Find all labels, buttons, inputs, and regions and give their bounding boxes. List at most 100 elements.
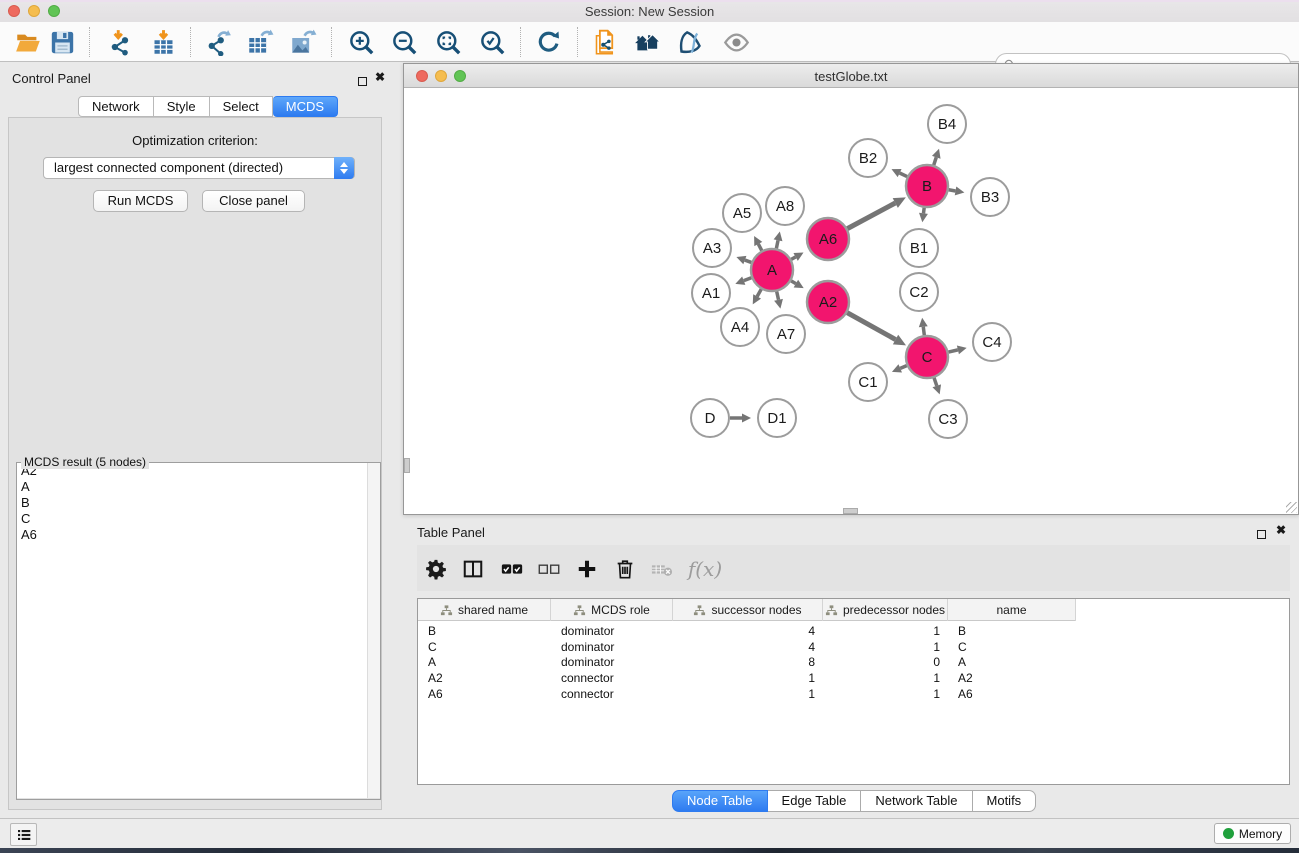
graph-edge-A6-B[interactable] <box>847 203 895 229</box>
tab-mcds[interactable]: MCDS <box>273 96 338 117</box>
graph-edge-C-C2[interactable] <box>923 327 924 335</box>
graph-edge-A-A4[interactable] <box>757 289 761 296</box>
table-cell[interactable]: connector <box>551 686 673 702</box>
table-cell[interactable]: A2 <box>948 670 1076 686</box>
graph-edge-B-B2[interactable] <box>900 173 908 177</box>
table-cell[interactable]: connector <box>551 670 673 686</box>
column-header-successor-nodes[interactable]: successor nodes <box>673 599 823 621</box>
tab-style[interactable]: Style <box>154 96 210 117</box>
mcds-result-item[interactable]: A6 <box>17 527 380 543</box>
table-cell[interactable]: C <box>418 639 551 655</box>
table-cell[interactable]: B <box>418 623 551 639</box>
table-cell[interactable]: dominator <box>551 623 673 639</box>
column-header-MCDS-role[interactable]: MCDS role <box>551 599 673 621</box>
table-row[interactable]: Bdominator41B <box>418 623 1076 639</box>
graph-edge-B-B4[interactable] <box>934 157 937 165</box>
graph-edge-C-C4[interactable] <box>948 350 957 352</box>
zoom-in-button[interactable] <box>344 25 378 59</box>
graph-edge-A-A5[interactable] <box>758 244 761 251</box>
table-cell[interactable]: 0 <box>823 654 948 670</box>
mcds-result-item[interactable]: C <box>17 511 380 527</box>
table-cell[interactable]: B <box>948 623 1076 639</box>
table-close-icon[interactable]: ✖ <box>1276 525 1286 535</box>
table-row[interactable]: Cdominator41C <box>418 639 1076 655</box>
refresh-view-button[interactable] <box>531 25 565 59</box>
column-header-name[interactable]: name <box>948 599 1076 621</box>
memory-button[interactable]: Memory <box>1214 823 1291 844</box>
table-cell[interactable]: 4 <box>673 623 823 639</box>
table-cell[interactable]: A <box>948 654 1076 670</box>
table-row[interactable]: A2connector11A2 <box>418 670 1076 686</box>
mcds-result-item[interactable]: A <box>17 479 380 495</box>
table-cell[interactable]: A6 <box>418 686 551 702</box>
delete-rows-button[interactable] <box>612 556 638 582</box>
table-cell[interactable]: 1 <box>823 686 948 702</box>
vertical-scrollbar-thumb[interactable] <box>404 458 410 473</box>
horizontal-scrollbar-thumb[interactable] <box>843 508 858 514</box>
save-session-button[interactable] <box>45 25 79 59</box>
column-header-shared-name[interactable]: shared name <box>418 599 551 621</box>
zoom-selected-button[interactable] <box>475 25 509 59</box>
table-cell[interactable]: 8 <box>673 654 823 670</box>
graph-edge-A2-C[interactable] <box>847 313 895 340</box>
graph-edge-A-A7[interactable] <box>777 291 779 299</box>
tab-network-table[interactable]: Network Table <box>861 790 972 812</box>
table-cell[interactable]: 4 <box>673 639 823 655</box>
columns-button[interactable] <box>460 556 486 582</box>
table-cell[interactable]: C <box>948 639 1076 655</box>
open-session-button[interactable] <box>11 25 45 59</box>
table-cell[interactable]: 1 <box>823 670 948 686</box>
network-canvas[interactable]: B4B2BB3A5A8A6B1A3AC2A1A2A4A7C4CC1C3DD1 <box>404 88 1298 514</box>
add-column-button[interactable] <box>574 556 600 582</box>
show-graphics-details-button[interactable] <box>673 25 707 59</box>
import-network-button[interactable] <box>103 25 137 59</box>
table-cell[interactable]: dominator <box>551 639 673 655</box>
close-panel-icon[interactable]: ✖ <box>375 72 385 82</box>
graph-edge-A-A3[interactable] <box>745 260 751 262</box>
tab-network[interactable]: Network <box>78 96 154 117</box>
graph-edge-A-A1[interactable] <box>744 278 752 281</box>
graph-edge-A-A6[interactable] <box>791 257 795 259</box>
zoom-out-button[interactable] <box>387 25 421 59</box>
graph-edge-A-A2[interactable] <box>791 281 796 284</box>
graph-edge-C-C1[interactable] <box>900 366 907 369</box>
table-row[interactable]: A6connector11A6 <box>418 686 1076 702</box>
optimization-criterion-dropdown[interactable]: largest connected component (directed) <box>43 157 355 179</box>
float-panel-icon[interactable] <box>358 73 367 91</box>
export-image-button[interactable] <box>286 25 320 59</box>
tab-node-table[interactable]: Node Table <box>672 790 768 812</box>
toggle-bird-view-button[interactable] <box>719 25 753 59</box>
table-cell[interactable]: 1 <box>673 686 823 702</box>
table-cell[interactable]: 1 <box>823 639 948 655</box>
network-from-file-button[interactable] <box>588 25 622 59</box>
table-float-icon[interactable] <box>1257 526 1266 544</box>
tab-select[interactable]: Select <box>210 96 273 117</box>
table-cell[interactable]: A <box>418 654 551 670</box>
select-all-button[interactable] <box>499 556 525 582</box>
export-network-button[interactable] <box>201 25 235 59</box>
table-cell[interactable]: dominator <box>551 654 673 670</box>
zoom-fit-button[interactable] <box>431 25 465 59</box>
column-header-predecessor-nodes[interactable]: predecessor nodes <box>823 599 948 621</box>
home-button[interactable] <box>630 25 664 59</box>
resize-grip[interactable] <box>1286 502 1297 513</box>
settings-button[interactable] <box>423 556 449 582</box>
table-cell[interactable]: A2 <box>418 670 551 686</box>
task-history-button[interactable] <box>10 823 37 846</box>
tab-edge-table[interactable]: Edge Table <box>768 790 862 812</box>
graph-edge-C-C3[interactable] <box>934 378 937 386</box>
mcds-result-scrollbar[interactable] <box>367 463 380 798</box>
graph-edge-A-A8[interactable] <box>776 240 778 248</box>
graph-edge-B-B3[interactable] <box>949 190 956 191</box>
tab-motifs[interactable]: Motifs <box>973 790 1037 812</box>
deselect-all-button[interactable] <box>536 556 562 582</box>
mcds-result-item[interactable]: B <box>17 495 380 511</box>
table-row[interactable]: Adominator80A <box>418 654 1076 670</box>
graph-edge-B-B1[interactable] <box>923 208 924 213</box>
table-cell[interactable]: 1 <box>823 623 948 639</box>
table-cell[interactable]: A6 <box>948 686 1076 702</box>
close-panel-button[interactable]: Close panel <box>202 190 305 212</box>
export-table-button[interactable] <box>243 25 277 59</box>
run-mcds-button[interactable]: Run MCDS <box>93 190 188 212</box>
import-table-button[interactable] <box>146 25 180 59</box>
